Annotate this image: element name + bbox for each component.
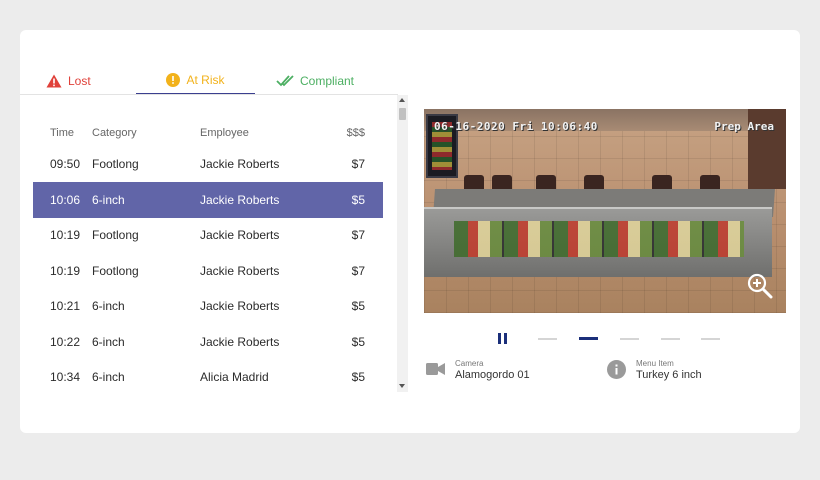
cell-category: 6-inch xyxy=(92,193,125,207)
cell-employee: Jackie Roberts xyxy=(200,193,280,207)
clip-segment-active[interactable] xyxy=(579,337,598,340)
table-row[interactable]: 09:50 Footlong Jackie Roberts $7 xyxy=(33,146,383,182)
scroll-down-arrow-icon[interactable] xyxy=(399,384,405,388)
table-row[interactable]: 10:22 6-inch Jackie Roberts $5 xyxy=(33,324,383,360)
table-header: Time Category Employee $$$ xyxy=(33,127,383,141)
menu-item-caption: Menu Item xyxy=(636,359,674,368)
cell-amount: $7 xyxy=(351,228,365,242)
zoom-in-icon[interactable] xyxy=(746,272,774,300)
clip-segment[interactable] xyxy=(661,338,680,340)
clip-segment[interactable] xyxy=(620,338,639,340)
cell-employee: Jackie Roberts xyxy=(200,299,280,313)
table-row-selected[interactable]: 10:06 6-inch Jackie Roberts $5 xyxy=(33,182,383,218)
video-stool xyxy=(584,175,604,189)
cell-employee: Jackie Roberts xyxy=(200,228,280,242)
tab-compliant-label: Compliant xyxy=(299,74,355,88)
header-employee: Employee xyxy=(200,127,249,139)
video-stool xyxy=(492,175,512,189)
clip-segment[interactable] xyxy=(701,338,720,340)
status-tabs: Lost At Risk Compliant xyxy=(20,67,398,95)
video-stool xyxy=(700,175,720,189)
pause-icon[interactable] xyxy=(498,333,508,345)
tab-at-risk[interactable]: At Risk xyxy=(136,67,255,95)
table-row[interactable]: 10:19 Footlong Jackie Roberts $7 xyxy=(33,217,383,253)
incident-table: Time Category Employee $$$ 09:50 Footlon… xyxy=(20,96,408,392)
tab-lost[interactable]: Lost xyxy=(46,67,136,95)
video-timestamp: 06-16-2020 Fri 10:06:40 xyxy=(434,120,598,133)
cell-amount: $5 xyxy=(351,299,365,313)
cell-time: 10:19 xyxy=(50,264,81,278)
cell-category: Footlong xyxy=(92,157,139,171)
cell-employee: Jackie Roberts xyxy=(200,335,280,349)
video-camera-label: Prep Area xyxy=(714,120,774,133)
cell-time: 10:34 xyxy=(50,370,81,384)
incident-review-panel: Lost At Risk Compliant Time Category Emp… xyxy=(20,30,800,433)
warning-triangle-icon xyxy=(46,74,62,88)
cell-employee: Alicia Madrid xyxy=(200,370,269,384)
cell-time: 10:21 xyxy=(50,299,81,313)
cell-category: 6-inch xyxy=(92,299,125,313)
video-stool xyxy=(464,175,484,189)
cell-time: 10:19 xyxy=(50,228,81,242)
video-ingredient-trays xyxy=(454,221,744,257)
camera-caption: Camera xyxy=(455,359,484,368)
camera-video-frame[interactable]: 06-16-2020 Fri 10:06:40 Prep Area xyxy=(424,109,786,313)
cell-time: 10:06 xyxy=(50,193,81,207)
cell-employee: Jackie Roberts xyxy=(200,264,280,278)
header-amount: $$$ xyxy=(346,127,365,139)
table-row[interactable]: 10:19 Footlong Jackie Roberts $7 xyxy=(33,253,383,289)
tab-at-risk-label: At Risk xyxy=(186,73,225,87)
table-row[interactable]: 10:21 6-inch Jackie Roberts $5 xyxy=(33,288,383,324)
double-check-icon xyxy=(276,74,294,88)
cell-employee: Jackie Roberts xyxy=(200,157,280,171)
clip-segment[interactable] xyxy=(538,338,557,340)
camera-value: Alamogordo 01 xyxy=(455,369,530,381)
cell-category: Footlong xyxy=(92,264,139,278)
video-camera-icon xyxy=(426,362,445,376)
tab-compliant[interactable]: Compliant xyxy=(255,67,375,95)
cell-time: 10:22 xyxy=(50,335,81,349)
cell-time: 09:50 xyxy=(50,157,81,171)
scroll-up-arrow-icon[interactable] xyxy=(399,98,405,102)
menu-item-value: Turkey 6 inch xyxy=(636,369,702,381)
cell-category: 6-inch xyxy=(92,370,125,384)
tabs-divider xyxy=(20,94,398,95)
cell-category: Footlong xyxy=(92,228,139,242)
cell-category: 6-inch xyxy=(92,335,125,349)
table-scrollbar[interactable] xyxy=(397,95,408,392)
exclamation-circle-icon xyxy=(166,73,181,87)
header-time: Time xyxy=(50,127,75,139)
cell-amount: $5 xyxy=(351,335,365,349)
cell-amount: $5 xyxy=(351,193,365,207)
video-stool xyxy=(536,175,556,189)
table-row[interactable]: 10:34 6-inch Alicia Madrid $5 xyxy=(33,359,383,392)
scrollbar-thumb[interactable] xyxy=(399,108,406,120)
video-stool xyxy=(652,175,672,189)
player-controls xyxy=(490,332,730,346)
cell-amount: $7 xyxy=(351,264,365,278)
cell-amount: $7 xyxy=(351,157,365,171)
header-category: Category xyxy=(92,127,137,139)
info-icon xyxy=(607,360,626,379)
cell-amount: $5 xyxy=(351,370,365,384)
tab-lost-label: Lost xyxy=(68,74,91,88)
